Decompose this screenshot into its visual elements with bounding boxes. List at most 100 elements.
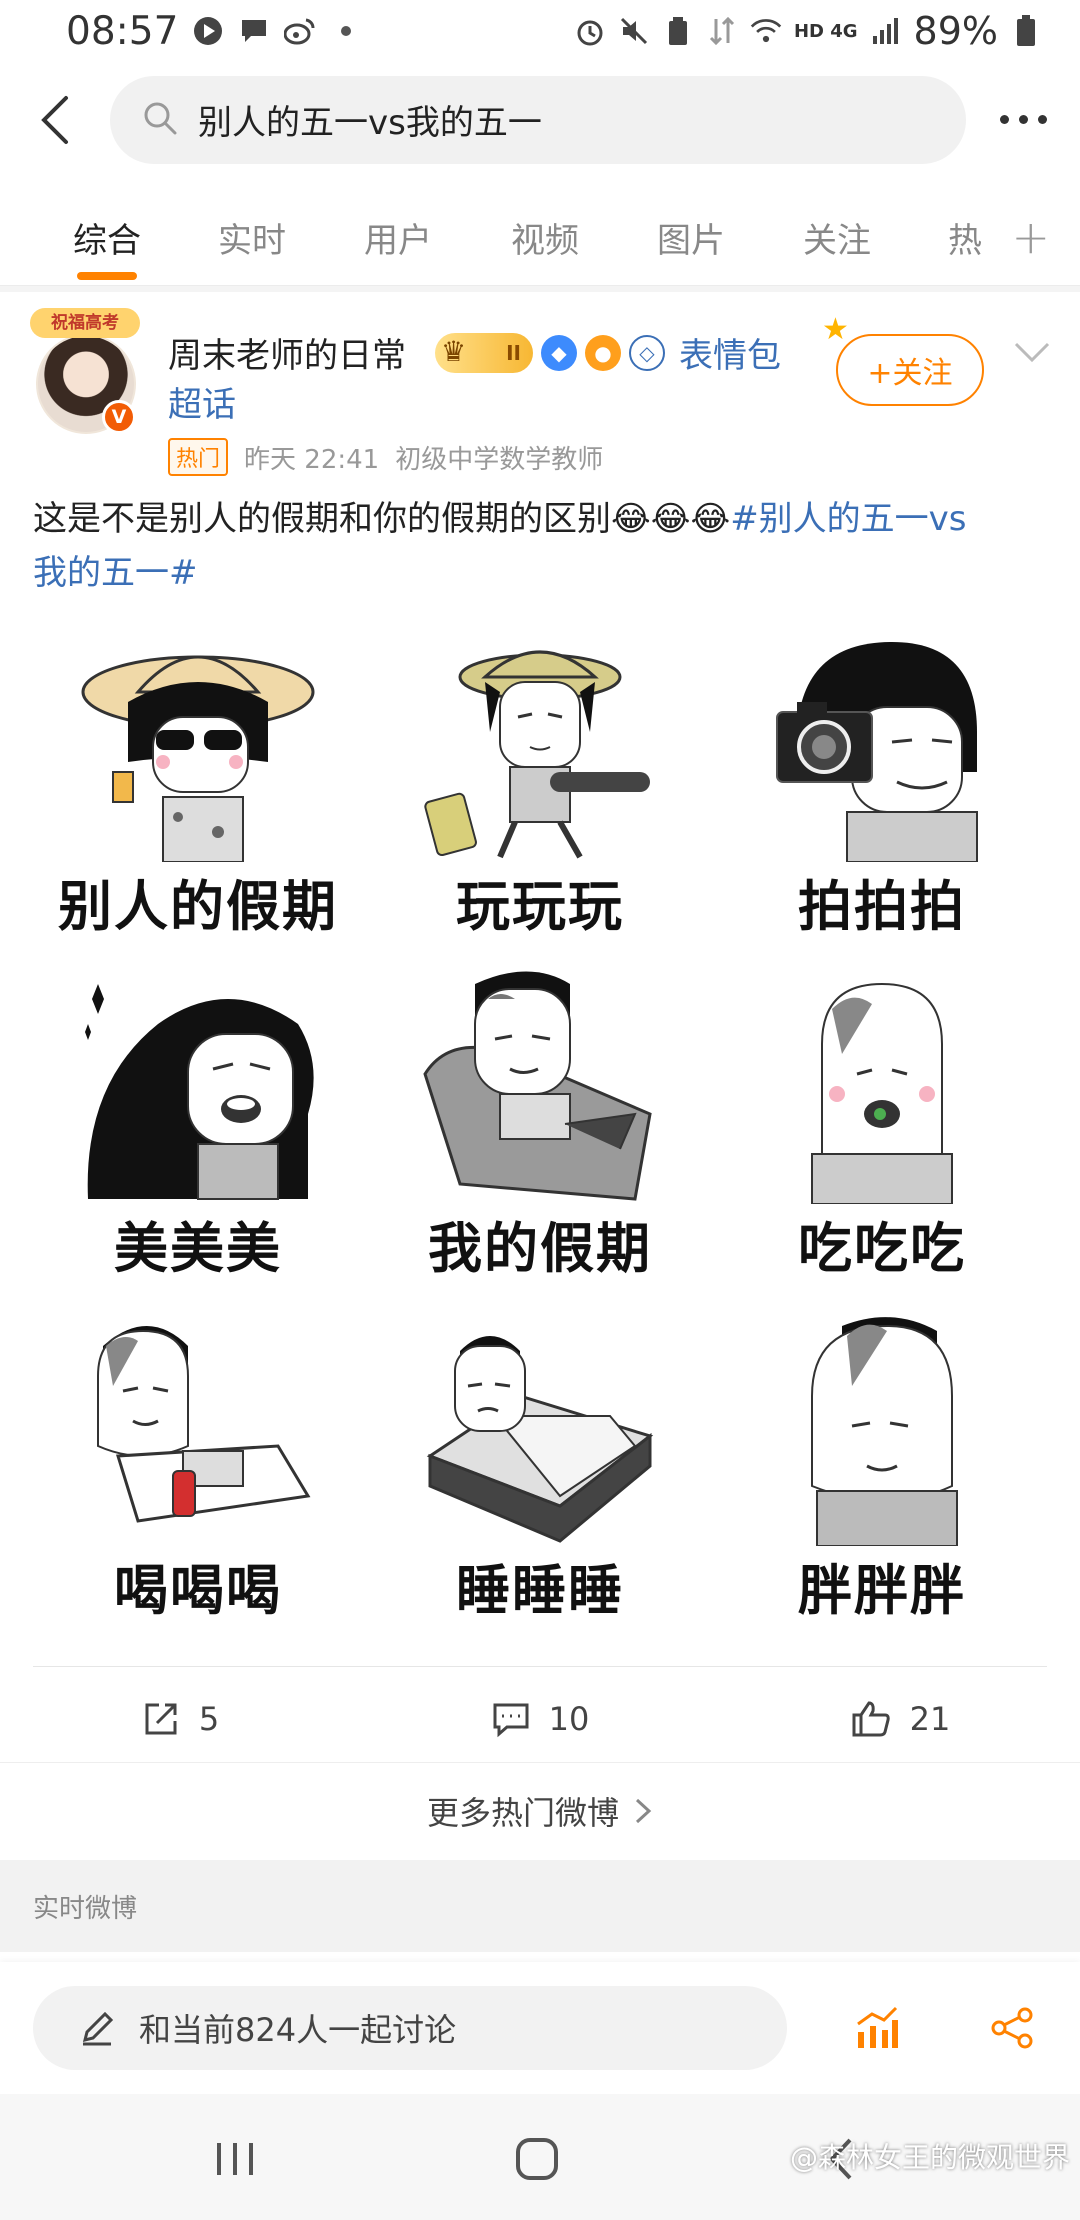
battery-icon — [1010, 15, 1042, 47]
discussion-input[interactable]: 和当前824人一起讨论 — [33, 1986, 787, 2070]
tab-images[interactable]: 图片 — [657, 190, 725, 286]
search-box[interactable] — [110, 75, 966, 164]
discussion-placeholder: 和当前824人一起讨论 — [139, 2011, 457, 2049]
meme-image[interactable]: 我的假期 — [380, 964, 700, 1294]
battery-percent: 89% — [913, 9, 998, 53]
tab-users[interactable]: 用户 — [364, 190, 432, 286]
bottom-composer: 和当前824人一起讨论 — [0, 1962, 1080, 2094]
meme-caption: 别人的假期 — [58, 875, 338, 938]
meme-image[interactable]: 吃吃吃 — [722, 964, 1042, 1294]
fish-badge-icon[interactable]: ● — [585, 334, 621, 371]
post-text: 这是不是别人的假期和你的假期的区别😂😂😂#别人的五一vs 我的五一# — [33, 492, 1053, 600]
search-input[interactable] — [198, 99, 898, 140]
tab-hot[interactable]: 热 — [948, 190, 982, 286]
message-icon — [238, 15, 270, 47]
post-body: 这是不是别人的假期和你的假期的区别😂😂😂 — [33, 499, 731, 539]
user-bio: 初级中学数学教师 — [395, 444, 604, 475]
chevron-down-icon[interactable] — [1012, 332, 1052, 372]
user-badges: II ◆ ● ◇ 表情包 — [435, 328, 781, 377]
super-topic-link[interactable]: 表情包 — [679, 328, 781, 377]
tab-video[interactable]: 视频 — [511, 190, 579, 286]
meme-image[interactable]: 美美美 — [38, 964, 358, 1294]
network-type: HD 4G — [793, 20, 858, 42]
meme-drinking-cola — [97, 1326, 311, 1523]
meme-couch-lounging — [423, 971, 652, 1201]
follow-button[interactable]: +关注 — [836, 334, 984, 406]
meme-image[interactable]: 睡睡睡 — [380, 1306, 700, 1636]
meme-chubby — [811, 1317, 958, 1546]
vip-level: II — [506, 340, 521, 365]
mute-icon — [618, 15, 650, 47]
meme-caption: 我的假期 — [428, 1217, 652, 1280]
add-tab-button[interactable]: + — [1011, 210, 1050, 264]
post-meta: 热门 昨天 22:41 初级中学数学教师 — [168, 438, 603, 476]
recycle-icon — [662, 15, 694, 47]
realtime-section-label: 实时微博 — [33, 1893, 138, 1924]
meme-image[interactable]: 拍拍拍 — [722, 622, 1042, 952]
repost-button[interactable]: 5 — [0, 1670, 360, 1768]
meme-caption: 玩玩玩 — [456, 875, 624, 938]
meme-image[interactable]: 喝喝喝 — [38, 1306, 358, 1636]
meme-eating — [811, 982, 953, 1204]
search-header — [0, 62, 1080, 177]
post-actions: 5 10 21 — [0, 1670, 1080, 1768]
meme-straw-hat-sunglasses — [81, 655, 315, 862]
section-gap — [0, 286, 1080, 292]
back-button[interactable] — [0, 62, 110, 177]
diamond-icon: ◇ — [629, 334, 665, 371]
tab-comprehensive[interactable]: 综合 — [73, 190, 141, 286]
recent-apps-icon — [217, 2143, 253, 2175]
status-bar: 08:57 HD 4G 89% — [0, 0, 1080, 62]
pencil-icon — [82, 2011, 114, 2046]
more-options-button[interactable] — [966, 62, 1080, 177]
tab-following[interactable]: 关注 — [803, 190, 871, 286]
member-badge-icon[interactable]: ◆ — [541, 334, 577, 371]
meme-image[interactable]: 胖胖胖 — [722, 1306, 1042, 1636]
share-out-icon — [145, 1703, 177, 1735]
trend-chart-icon — [857, 2006, 898, 2048]
meme-caption: 胖胖胖 — [798, 1559, 966, 1622]
hashtag-link-cont[interactable]: 我的五一# — [33, 553, 198, 593]
like-button[interactable]: 21 — [720, 1670, 1080, 1768]
filter-tabs: 综合 实时 用户 视频 图片 关注 热 + — [0, 190, 1080, 286]
recent-apps-button[interactable] — [190, 2124, 280, 2194]
comment-count: 10 — [548, 1700, 590, 1738]
stats-button[interactable] — [846, 1998, 906, 2058]
meme-image[interactable]: 别人的假期 — [38, 622, 358, 952]
meme-sleeping — [426, 1336, 654, 1543]
tab-realtime[interactable]: 实时 — [218, 190, 286, 286]
dot-icon — [330, 15, 362, 47]
weibo-icon — [284, 15, 316, 47]
super-topic-link-line2[interactable]: 超话 — [168, 377, 236, 426]
alarm-icon — [574, 15, 606, 47]
meme-caption: 喝喝喝 — [114, 1559, 282, 1622]
home-button[interactable] — [492, 2124, 582, 2194]
avatar-container[interactable]: 祝福高考 V — [30, 308, 140, 438]
clock: 08:57 — [66, 8, 179, 54]
comment-button[interactable]: 10 — [360, 1670, 720, 1768]
avatar-banner: 祝福高考 — [30, 308, 140, 338]
search-icon — [142, 100, 178, 140]
meme-hair-flip — [85, 984, 314, 1200]
hashtag-link[interactable]: #别人的五一vs — [730, 499, 966, 539]
signal-icon — [870, 15, 902, 47]
sparkle-icon: ★ — [822, 312, 849, 347]
share-button[interactable] — [982, 1998, 1042, 2058]
meme-traveler-luggage — [424, 650, 650, 859]
verified-badge-icon: V — [102, 400, 136, 434]
meme-caption: 美美美 — [114, 1217, 282, 1280]
post-time: 昨天 22:41 — [244, 444, 380, 475]
username[interactable]: 周末老师的日常 — [168, 328, 406, 377]
vip-crown-badge[interactable]: II — [435, 332, 533, 373]
more-hot-weibo-link[interactable]: 更多热门微博 — [0, 1762, 1080, 1858]
chevron-right-icon — [635, 1798, 652, 1823]
repost-count: 5 — [198, 1700, 220, 1738]
data-transfer-icon — [706, 15, 738, 47]
play-icon — [192, 15, 224, 47]
like-count: 21 — [909, 1700, 951, 1738]
share-icon — [991, 2007, 1033, 2049]
wifi-icon — [750, 15, 782, 47]
meme-image[interactable]: 玩玩玩 — [380, 622, 700, 952]
divider — [33, 1666, 1047, 1667]
home-icon — [516, 2138, 558, 2180]
